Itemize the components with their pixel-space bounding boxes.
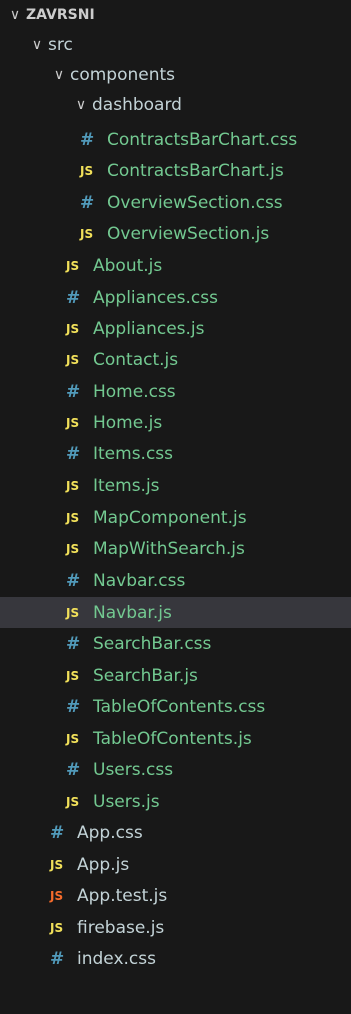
file-name: Appliances.js bbox=[93, 319, 205, 339]
js-file-icon: JS bbox=[66, 731, 80, 746]
chevron-down-icon: ∨ bbox=[75, 97, 87, 113]
js-file-icon: JS bbox=[66, 511, 80, 525]
file-name: ContractsBarChart.js bbox=[107, 161, 284, 181]
js-file-icon: JS bbox=[66, 605, 80, 620]
folder-dashboard[interactable]: ∨ dashboard bbox=[0, 90, 351, 120]
file-name: SearchBar.js bbox=[93, 665, 198, 686]
root-folder-label: ZAVRSNI bbox=[26, 7, 95, 23]
file-name: OverviewSection.css bbox=[107, 193, 283, 213]
css-file-icon: # bbox=[66, 444, 81, 464]
file-name: TableOfContents.js bbox=[93, 728, 252, 749]
file-row[interactable]: JS TableOfContents.js bbox=[0, 723, 351, 754]
file-name: TableOfContents.css bbox=[93, 697, 266, 717]
js-file-icon: JS bbox=[50, 857, 64, 872]
file-name: App.css bbox=[77, 823, 143, 843]
file-row[interactable]: JS SearchBar.js bbox=[0, 660, 351, 691]
js-file-icon: JS bbox=[66, 794, 80, 809]
file-name: Navbar.css bbox=[93, 571, 186, 591]
folder-label-src: src bbox=[48, 35, 73, 55]
js-file-icon: JS bbox=[66, 542, 80, 556]
file-name: index.css bbox=[77, 949, 156, 969]
file-name: Home.js bbox=[93, 413, 163, 433]
folder-components[interactable]: ∨ components bbox=[0, 60, 351, 90]
js-test-file-icon: JS bbox=[50, 889, 64, 903]
css-file-icon: # bbox=[50, 949, 65, 969]
file-name: Home.css bbox=[93, 382, 176, 402]
css-file-icon: # bbox=[66, 288, 81, 308]
file-row[interactable]: JS About.js bbox=[0, 250, 351, 282]
file-row[interactable]: # App.css bbox=[0, 817, 351, 849]
file-name: MapWithSearch.js bbox=[93, 539, 245, 559]
file-row[interactable]: JS Home.js bbox=[0, 408, 351, 438]
file-name: firebase.js bbox=[77, 917, 165, 938]
file-name: App.js bbox=[77, 854, 130, 875]
file-row[interactable]: JS OverviewSection.js bbox=[0, 219, 351, 249]
js-file-icon: JS bbox=[66, 259, 80, 273]
file-row[interactable]: # SearchBar.css bbox=[0, 628, 351, 660]
chevron-down-icon: ∨ bbox=[31, 37, 43, 53]
file-row[interactable]: # Navbar.css bbox=[0, 565, 351, 597]
css-file-icon: # bbox=[50, 823, 65, 843]
file-name: Appliances.css bbox=[93, 288, 218, 308]
folder-src[interactable]: ∨ src bbox=[0, 30, 351, 60]
file-explorer: ∨ ZAVRSNI ∨ src ∨ components ∨ dashboard… bbox=[0, 0, 351, 1014]
file-name: OverviewSection.js bbox=[107, 224, 270, 244]
file-row[interactable]: # ContractsBarChart.css bbox=[0, 124, 351, 156]
file-row[interactable]: JS Appliances.js bbox=[0, 314, 351, 344]
css-file-icon: # bbox=[66, 760, 81, 780]
file-name: Navbar.js bbox=[93, 602, 172, 623]
css-file-icon: # bbox=[80, 130, 95, 150]
file-row[interactable]: JS firebase.js bbox=[0, 912, 351, 943]
css-file-icon: # bbox=[66, 571, 81, 591]
chevron-down-icon: ∨ bbox=[53, 67, 65, 83]
css-file-icon: # bbox=[66, 697, 81, 717]
file-row[interactable]: # Home.css bbox=[0, 376, 351, 408]
file-row[interactable]: # Items.css bbox=[0, 438, 351, 470]
explorer-root-zavrsni[interactable]: ∨ ZAVRSNI bbox=[0, 0, 351, 30]
css-file-icon: # bbox=[66, 382, 81, 402]
folder-label-dashboard: dashboard bbox=[92, 95, 182, 115]
css-file-icon: # bbox=[80, 193, 95, 213]
file-row[interactable]: # Appliances.css bbox=[0, 282, 351, 314]
file-name: Items.css bbox=[93, 444, 174, 464]
file-name: SearchBar.css bbox=[93, 634, 212, 654]
file-row[interactable]: JS Users.js bbox=[0, 786, 351, 817]
file-name: ContractsBarChart.css bbox=[107, 130, 298, 150]
js-file-icon: JS bbox=[66, 668, 80, 683]
folder-label-components: components bbox=[70, 65, 176, 85]
file-row[interactable]: JS App.js bbox=[0, 849, 351, 880]
js-file-icon: JS bbox=[80, 164, 94, 178]
file-row[interactable]: JS Items.js bbox=[0, 470, 351, 502]
file-name: Users.js bbox=[93, 791, 160, 812]
file-row[interactable]: # Users.css bbox=[0, 754, 351, 786]
file-name: Items.js bbox=[93, 476, 160, 496]
file-row[interactable]: # OverviewSection.css bbox=[0, 187, 351, 219]
chevron-down-icon: ∨ bbox=[9, 7, 21, 23]
file-name: About.js bbox=[93, 256, 163, 276]
js-file-icon: JS bbox=[66, 353, 80, 367]
file-row[interactable]: # TableOfContents.css bbox=[0, 691, 351, 723]
js-file-icon: JS bbox=[66, 416, 80, 430]
file-row[interactable]: JS MapComponent.js bbox=[0, 502, 351, 534]
js-file-icon: JS bbox=[66, 322, 80, 336]
file-name: Contact.js bbox=[93, 350, 179, 370]
js-file-icon: JS bbox=[80, 227, 94, 241]
file-name: Users.css bbox=[93, 760, 174, 780]
file-row[interactable]: JS ContractsBarChart.js bbox=[0, 156, 351, 186]
file-name: App.test.js bbox=[77, 886, 168, 906]
css-file-icon: # bbox=[66, 634, 81, 654]
file-row[interactable]: JS Contact.js bbox=[0, 344, 351, 376]
file-name: MapComponent.js bbox=[93, 508, 247, 528]
js-file-icon: JS bbox=[66, 479, 80, 493]
file-row[interactable]: JS App.test.js bbox=[0, 880, 351, 912]
file-row[interactable]: JS MapWithSearch.js bbox=[0, 533, 351, 565]
file-row[interactable]: # index.css bbox=[0, 943, 351, 975]
js-file-icon: JS bbox=[50, 920, 64, 935]
file-row-selected[interactable]: JS Navbar.js bbox=[0, 597, 351, 628]
